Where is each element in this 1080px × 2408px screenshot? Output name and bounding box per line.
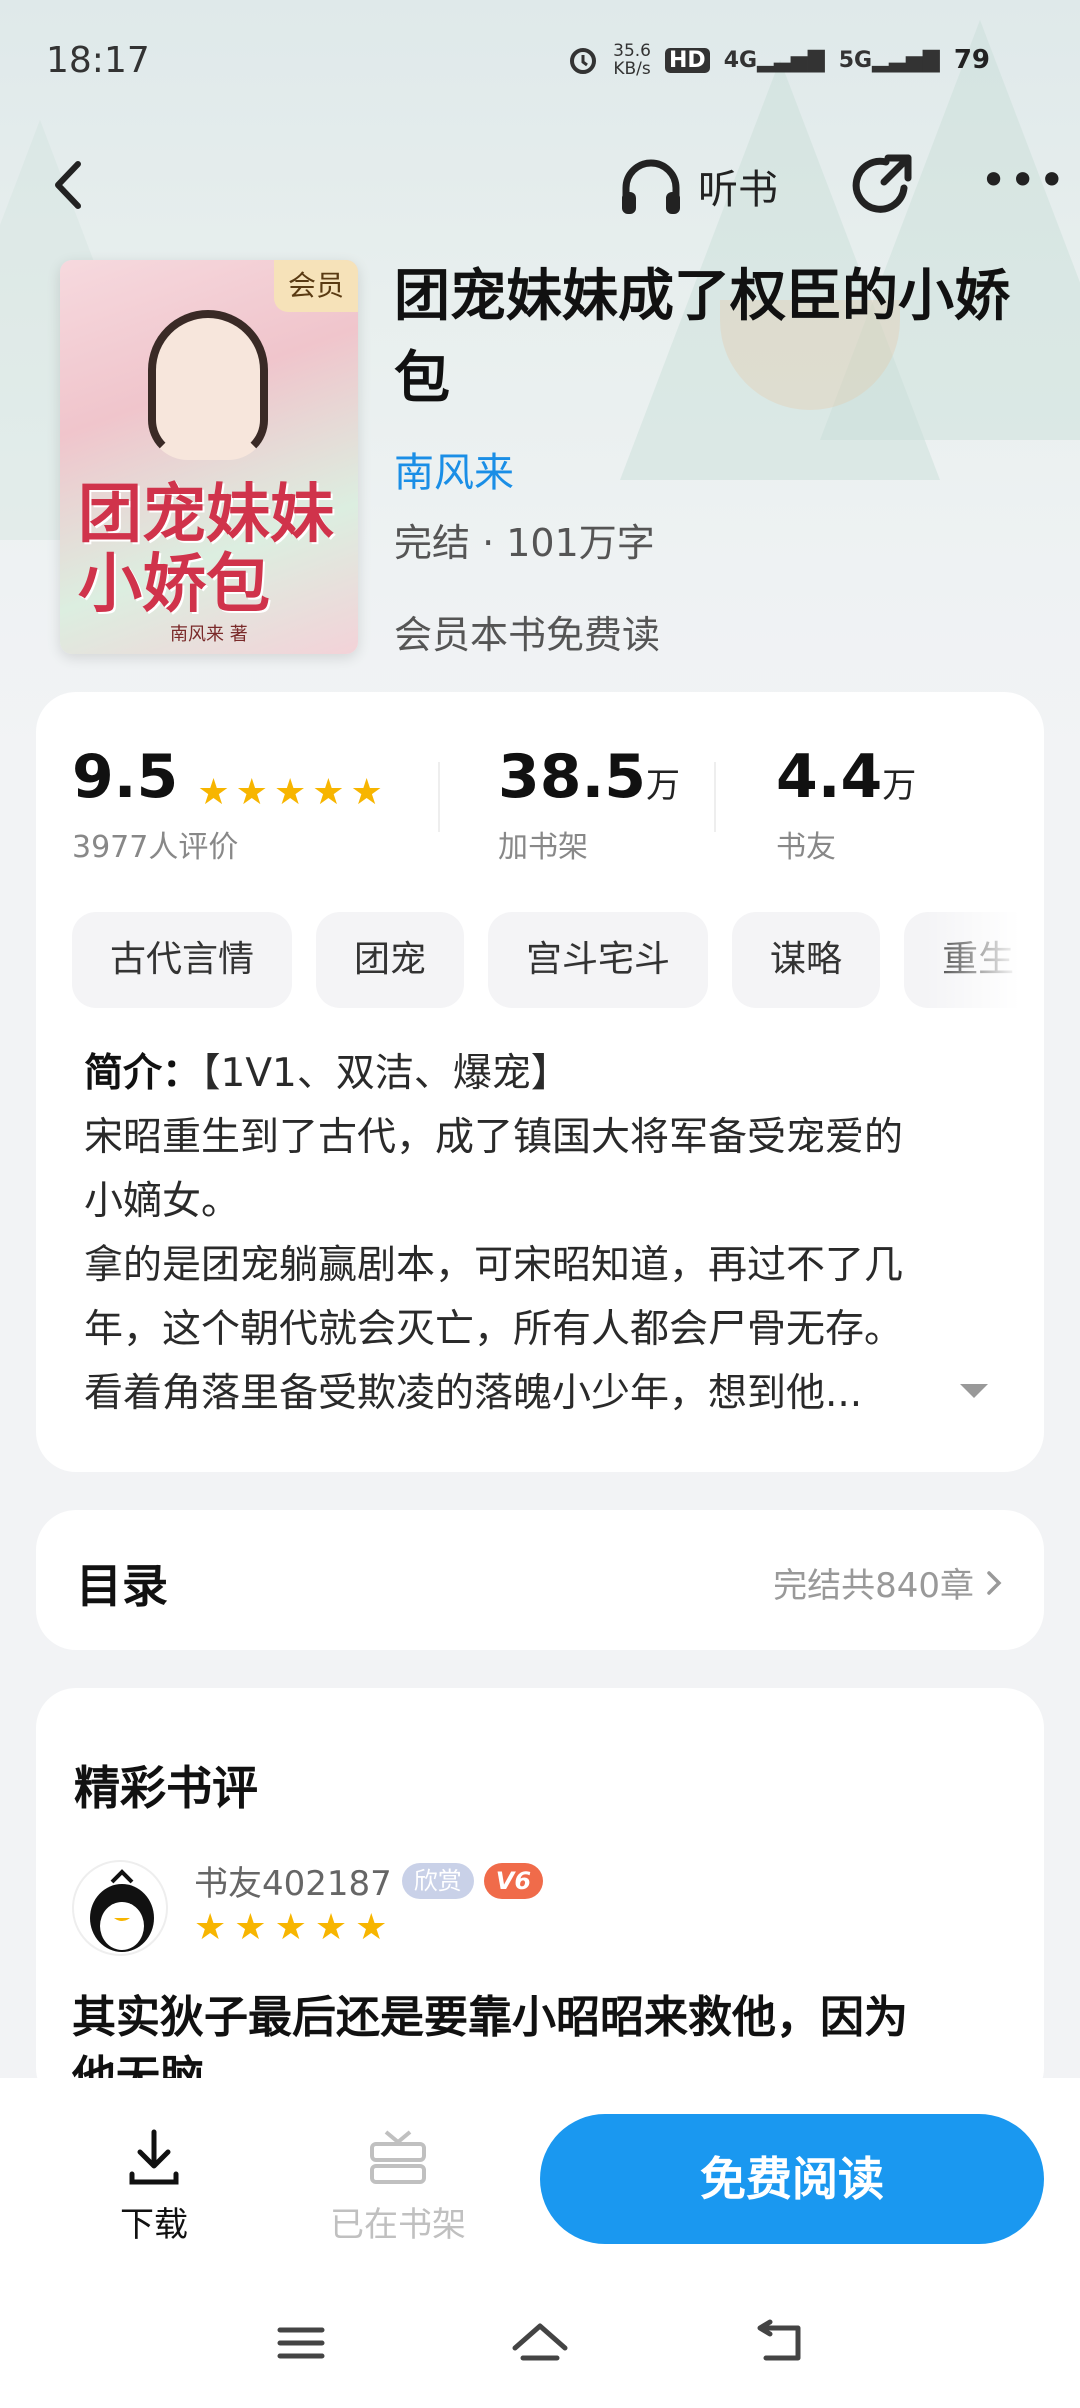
download-icon xyxy=(129,2129,179,2185)
shelf-count: 38.5 xyxy=(498,742,647,812)
tag-chip[interactable]: 宫斗宅斗 xyxy=(488,912,709,1008)
reviewer-info: 书友402187 欣赏 V6 xyxy=(194,1856,544,1905)
review-line: 其实狄子最后还是要靠小昭昭来救他，因为 xyxy=(72,1992,908,2043)
tag-chip[interactable]: 古代言情 xyxy=(72,912,293,1008)
system-nav-bar xyxy=(0,2268,1080,2408)
rating-stars: ★ ★ ★ ★ ★ xyxy=(197,771,383,813)
avatar[interactable] xyxy=(72,1860,168,1956)
expand-chevron-icon[interactable] xyxy=(960,1384,988,1398)
chevron-right-icon xyxy=(987,1570,1002,1595)
rating-stat[interactable]: 9.5 ★ ★ ★ ★ ★ 3977人评价 xyxy=(72,742,383,866)
battery-level: 79 xyxy=(953,45,990,75)
more-dots-icon: ••• xyxy=(980,153,1068,207)
tags-fade xyxy=(924,912,1044,1008)
home-icon[interactable] xyxy=(505,2308,575,2378)
listen-label: 听书 xyxy=(698,167,778,213)
menu-icon[interactable] xyxy=(266,2308,336,2378)
vip-badge: 会员 xyxy=(274,260,358,312)
back-arrow-icon xyxy=(55,161,81,209)
book-meta: 完结 · 101万字 xyxy=(394,521,655,565)
cover-illustration xyxy=(148,310,268,460)
reviews-title: 精彩书评 xyxy=(74,1761,258,1815)
headphones-icon xyxy=(622,159,680,214)
on-shelf-label: 已在书架 xyxy=(330,2205,466,2245)
star-icon: ★ xyxy=(355,1907,388,1948)
toc-chapter-count: 完结共840章 xyxy=(773,1566,974,1606)
download-button[interactable]: 下载 xyxy=(104,2128,204,2246)
on-shelf-button[interactable]: 已在书架 xyxy=(318,2128,478,2246)
bookshelf-icon xyxy=(370,2130,426,2184)
star-icon: ★ xyxy=(350,771,383,813)
tag-chip[interactable]: 团宠 xyxy=(316,912,465,1008)
tag-list: 古代言情 团宠 宫斗宅斗 谋略 重生 xyxy=(72,912,1044,1008)
rating-value: 9.5 xyxy=(72,742,179,812)
star-icon: ★ xyxy=(194,1907,227,1948)
review-stars: ★ ★ ★ ★ ★ xyxy=(194,1910,387,1946)
back-nav-icon[interactable] xyxy=(746,2308,816,2378)
bottom-action-bar: 下载 已在书架 免费阅读 xyxy=(0,2078,1080,2268)
intro-line: 宋昭重生到了古代，成了镇国大将军备受宠爱的 xyxy=(84,1115,904,1160)
star-icon: ★ xyxy=(273,771,307,813)
cover-author: 南风来 著 xyxy=(170,624,248,645)
status-icons: 35.6 KB/s HD 4G▂▃▅▇ 5G▂▃▅▇ 79 xyxy=(567,42,990,78)
free-read-button[interactable]: 免费阅读 xyxy=(540,2114,1044,2244)
hd-icon: HD xyxy=(665,47,710,73)
alarm-icon xyxy=(570,48,597,74)
cover-title: 团宠妹妹小娇包 xyxy=(78,478,334,622)
shelf-unit: 万 xyxy=(646,766,681,806)
stat-divider xyxy=(714,762,716,832)
star-icon: ★ xyxy=(274,1907,307,1948)
star-icon: ★ xyxy=(235,771,268,813)
rating-count: 3977人评价 xyxy=(72,830,239,865)
intro-line: 年，这个朝代就会灭亡，所有人都会尸骨无存。 xyxy=(84,1307,904,1352)
book-title: 团宠妹妹成了权臣的小娇包 xyxy=(394,264,1010,411)
intro-line: 看着角落里备受欺凌的落魄小少年，想到他... xyxy=(84,1371,863,1416)
book-info-card: 9.5 ★ ★ ★ ★ ★ 3977人评价 38.5万 加书架 4.4万 书友 … xyxy=(36,692,1044,1472)
toc-title: 目录 xyxy=(76,1559,168,1613)
level-badge: V6 xyxy=(483,1862,544,1899)
download-label: 下载 xyxy=(120,2205,188,2245)
friends-stat[interactable]: 4.4万 书友 xyxy=(776,742,916,866)
friends-label: 书友 xyxy=(776,830,836,865)
share-icon xyxy=(852,154,912,213)
more-options-button[interactable]: ••• xyxy=(980,150,1065,220)
star-icon: ★ xyxy=(234,1907,267,1948)
book-intro[interactable]: 简介：【1V1、双洁、爆宠】 宋昭重生到了古代，成了镇国大将军备受宠爱的 小嫡女… xyxy=(84,1042,1004,1426)
tag-chip[interactable]: 谋略 xyxy=(732,912,881,1008)
toc-summary: 完结共840章 xyxy=(773,1558,1004,1607)
friends-unit: 万 xyxy=(882,766,917,806)
star-icon: ★ xyxy=(314,1907,348,1948)
stat-divider xyxy=(438,762,440,832)
appreciate-badge: 欣赏 xyxy=(401,1862,474,1899)
reviewer-name[interactable]: 书友402187 xyxy=(194,1856,392,1905)
penguin-avatar-icon xyxy=(90,1869,154,1952)
signal-4g-icon: 4G▂▃▅▇ xyxy=(723,47,825,73)
vip-free-note: 会员本书免费读 xyxy=(394,613,661,657)
intro-line: 小嫡女。 xyxy=(84,1179,241,1224)
status-time: 18:17 xyxy=(46,40,150,81)
listen-button[interactable]: 听书 xyxy=(618,150,778,222)
intro-line: 拿的是团宠躺赢剧本，可宋昭知道，再过不了几 xyxy=(84,1243,904,1288)
status-bar: 18:17 35.6 KB/s HD 4G▂▃▅▇ 5G▂▃▅▇ 79 xyxy=(0,0,1080,120)
share-button[interactable] xyxy=(848,150,918,220)
back-button[interactable] xyxy=(40,150,100,220)
toc-card[interactable]: 目录 完结共840章 xyxy=(36,1510,1044,1650)
reviews-card: 精彩书评 书友402187 欣赏 V6 ★ ★ ★ ★ ★ 其实狄子最后还是要靠… xyxy=(36,1688,1044,2108)
book-author-link[interactable]: 南风来 xyxy=(394,440,514,498)
intro-line: 【1V1、双洁、爆宠】 xyxy=(201,1051,570,1096)
intro-label: 简介： xyxy=(84,1051,202,1096)
star-icon: ★ xyxy=(197,771,230,813)
star-icon: ★ xyxy=(312,771,345,813)
shelf-label: 加书架 xyxy=(498,830,588,865)
shelf-stat: 38.5万 加书架 xyxy=(498,742,680,866)
book-cover[interactable]: 团宠妹妹小娇包 南风来 著 会员 xyxy=(60,260,358,654)
signal-5g-icon: 5G▂▃▅▇ xyxy=(838,47,940,73)
friends-count: 4.4 xyxy=(776,742,883,812)
net-speed: 35.6 KB/s xyxy=(613,41,651,79)
